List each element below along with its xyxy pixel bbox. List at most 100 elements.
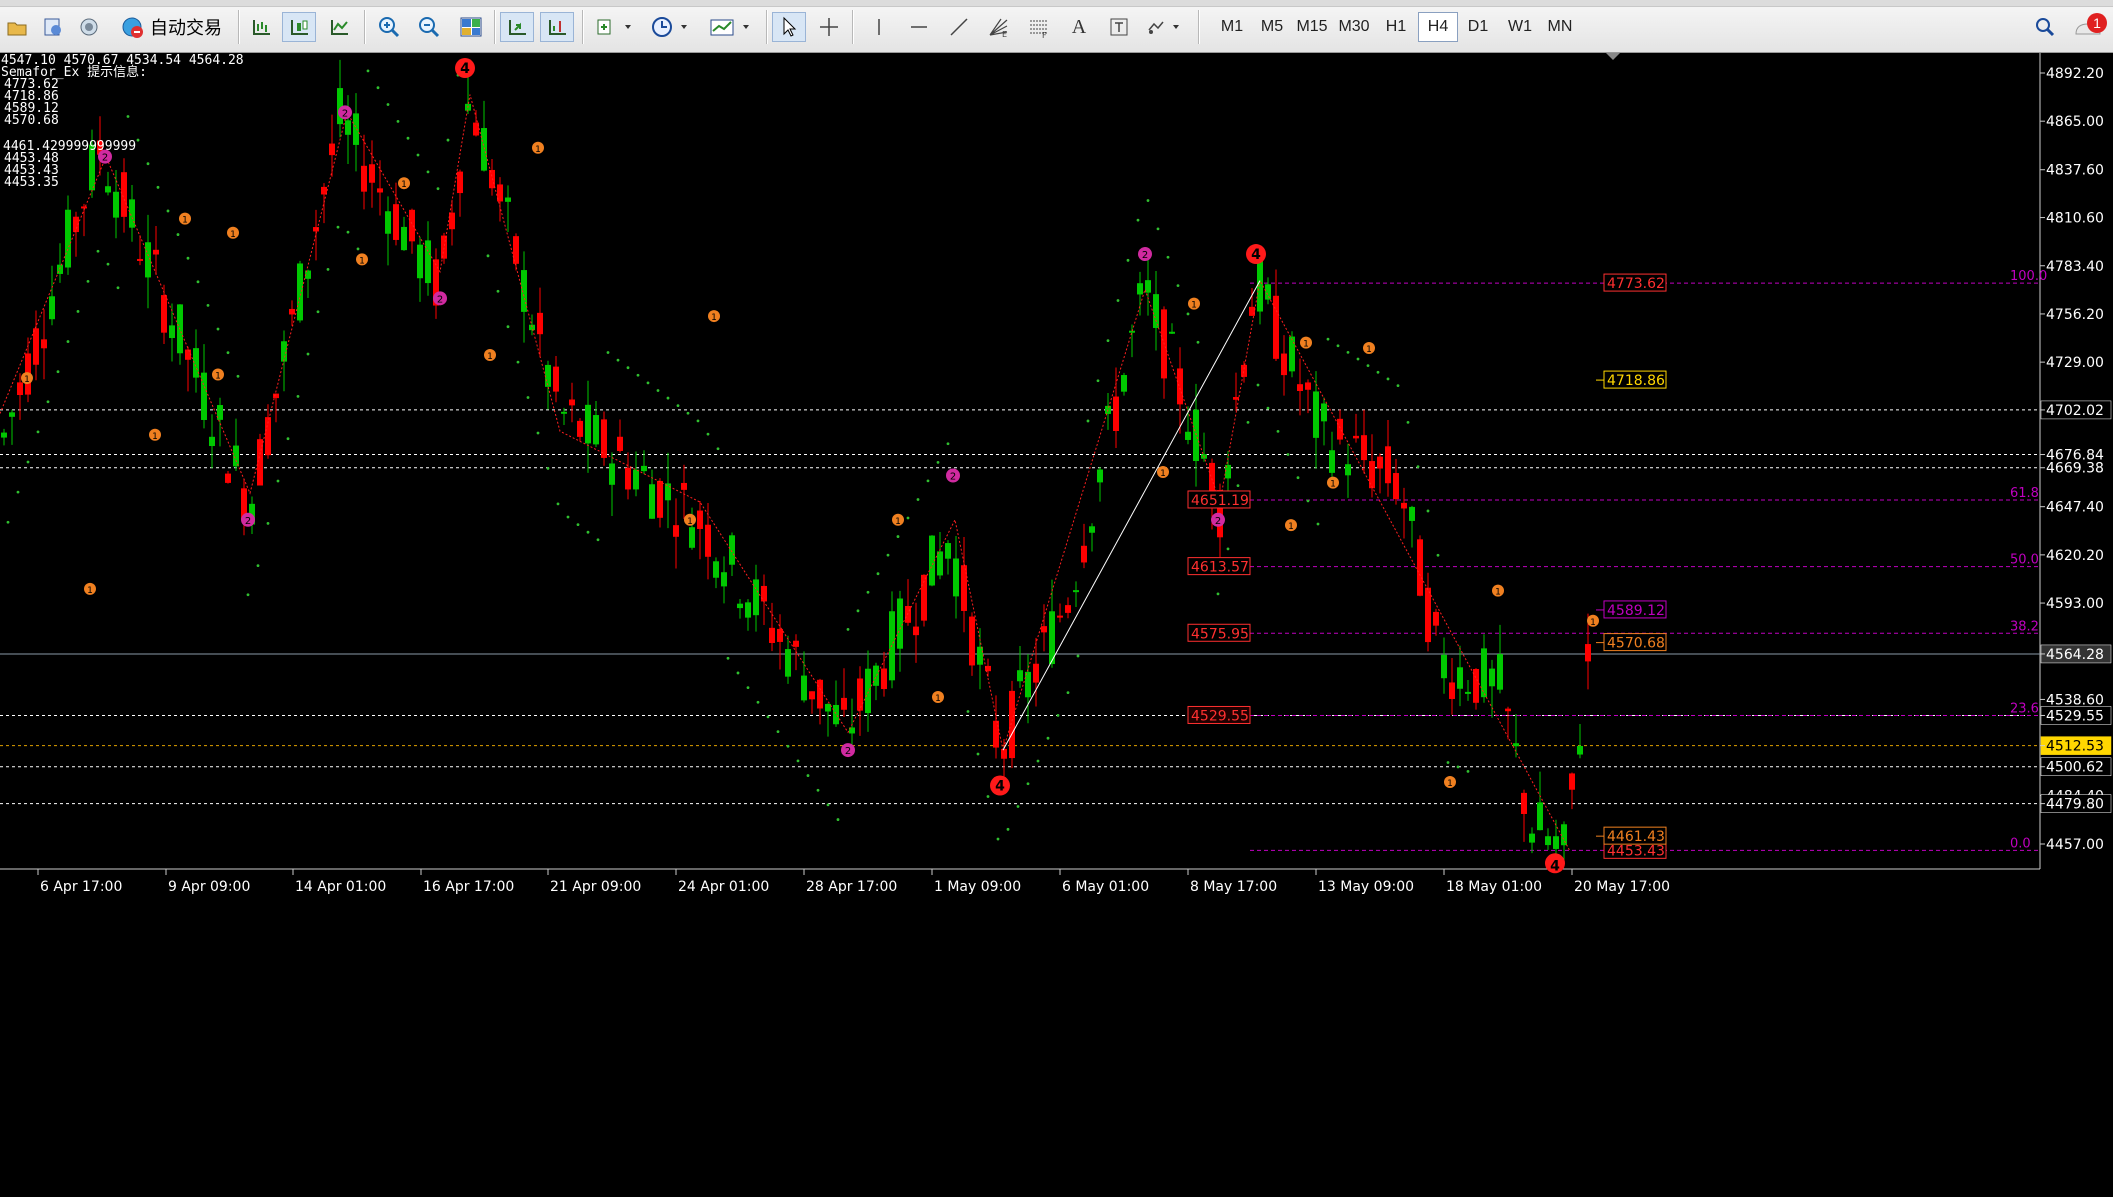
timeframe-d1[interactable]: D1 [1458, 12, 1498, 42]
autoscroll-icon[interactable] [500, 12, 534, 42]
search-icon[interactable] [2028, 12, 2062, 42]
candle-body [329, 143, 335, 156]
timeframe-w1[interactable]: W1 [1500, 12, 1540, 42]
indicators-icon[interactable] [592, 12, 638, 42]
sar-dot [906, 516, 910, 520]
semafor-marker-1-label: 1 [230, 230, 236, 240]
notification-icon[interactable]: 1 [2070, 12, 2110, 42]
sar-dot [486, 254, 490, 258]
candle-body [1113, 396, 1119, 431]
chart-shift-icon[interactable] [540, 12, 574, 42]
semafor-marker-2-label: 2 [1215, 516, 1221, 527]
zoom-out-icon[interactable] [412, 12, 446, 42]
sar-dot [916, 498, 920, 501]
horizontal-line-icon[interactable] [902, 12, 936, 42]
semafor-marker-1-label: 1 [895, 517, 901, 527]
cursor-icon[interactable] [772, 12, 806, 42]
sar-dot [436, 187, 440, 191]
sar-dot [786, 744, 790, 748]
candle-body [1353, 435, 1359, 439]
auto-trading-label: 自动交易 [150, 18, 222, 38]
price-axis-label: 4783.40 [2046, 259, 2104, 275]
candle-body [1025, 671, 1031, 698]
sar-dot [566, 515, 570, 519]
timeframe-h1[interactable]: H1 [1376, 12, 1416, 42]
sar-dot [206, 304, 210, 307]
sar-dot [1376, 370, 1380, 374]
timeframe-m15[interactable]: M15 [1292, 12, 1332, 42]
vertical-line-icon[interactable] [862, 12, 896, 42]
price-axis-label: 4479.80 [2046, 797, 2104, 813]
bar-chart-icon[interactable] [244, 12, 278, 42]
fib-price-label: 4773.62 [1607, 276, 1665, 292]
candle-body [1265, 284, 1271, 300]
line-chart-icon[interactable] [322, 12, 356, 42]
zoom-in-icon[interactable] [372, 12, 406, 42]
price-axis-label: 4702.02 [2046, 403, 2104, 419]
fib-price-label: 4453.43 [1607, 843, 1665, 859]
gann-icon[interactable]: E [982, 12, 1016, 42]
sar-dot [736, 671, 740, 675]
trendline-icon[interactable] [942, 12, 976, 42]
sar-dot [1386, 377, 1390, 381]
templates-icon[interactable] [706, 12, 756, 42]
chart-canvas[interactable]: 100.0 61.8 50.0 38.2 23.6 0.0 4 4 4 4 2 2 2 2 2 2 2 2 1 1 1 1… [0, 53, 2113, 1197]
candle-body [953, 558, 959, 597]
label-icon[interactable] [1102, 12, 1136, 42]
sar-dot [46, 400, 50, 404]
sar-dot [1286, 453, 1290, 456]
folder-icon[interactable] [0, 12, 34, 42]
sar-dot [156, 185, 160, 189]
sar-dot [1086, 419, 1090, 423]
text-icon[interactable]: A [1062, 12, 1096, 42]
sar-dot [766, 715, 770, 719]
profile-icon[interactable] [36, 12, 70, 42]
candle-body [577, 420, 583, 437]
candle-body [641, 465, 647, 472]
price-axis-label: 4865.00 [2046, 114, 2104, 130]
sar-dot [1196, 340, 1200, 344]
fibo-icon[interactable]: F [1022, 12, 1056, 42]
timeframe-m30[interactable]: M30 [1334, 12, 1374, 42]
timeframe-h4[interactable]: H4 [1418, 12, 1458, 42]
timeframe-m5[interactable]: M5 [1252, 12, 1292, 42]
sar-dot [826, 803, 830, 807]
candle-body [617, 436, 623, 451]
sar-dot [866, 590, 870, 594]
auto-trading-button[interactable]: 自动交易 [118, 12, 230, 42]
sar-dot [1036, 759, 1040, 763]
globe-icon[interactable] [72, 12, 106, 42]
sar-dot [1256, 383, 1260, 387]
price-label: 4570.68 [1607, 636, 1665, 652]
sar-dot [646, 381, 650, 385]
candle-body [289, 308, 295, 315]
sar-dot [1306, 499, 1310, 503]
price-chart[interactable]: 100.0 61.8 50.0 38.2 23.6 0.0 4 4 4 4 2 2 2 2 2 2 2 2 1 1 1 1… [0, 53, 2113, 1197]
candle-body [537, 312, 543, 335]
candle-body [1441, 654, 1447, 679]
candle-body [1121, 375, 1127, 392]
candle-body [1481, 648, 1487, 698]
timeframe-m1[interactable]: M1 [1212, 12, 1252, 42]
shapes-icon[interactable] [1142, 12, 1188, 42]
sar-dot [1436, 553, 1440, 557]
sar-dot [1186, 312, 1190, 316]
candle-body [633, 469, 639, 490]
timeframe-mn[interactable]: MN [1540, 12, 1580, 42]
candle-body [505, 197, 511, 202]
tile-icon[interactable] [454, 12, 488, 42]
candle-body [977, 646, 983, 665]
candle-body [881, 668, 887, 690]
candle-body [1537, 802, 1543, 831]
candle-body [753, 579, 759, 616]
semafor-marker-1-label: 1 [687, 517, 693, 527]
sar-dot [216, 327, 220, 331]
candle-body [1377, 456, 1383, 469]
candles-icon[interactable] [282, 12, 316, 42]
sar-dot [726, 656, 730, 660]
candle-body [1321, 403, 1327, 422]
periods-icon[interactable] [648, 12, 694, 42]
semafor-marker-1-label: 1 [359, 256, 365, 266]
crosshair-icon[interactable] [812, 12, 846, 42]
fib-level-label: 50.0 [2010, 553, 2039, 568]
